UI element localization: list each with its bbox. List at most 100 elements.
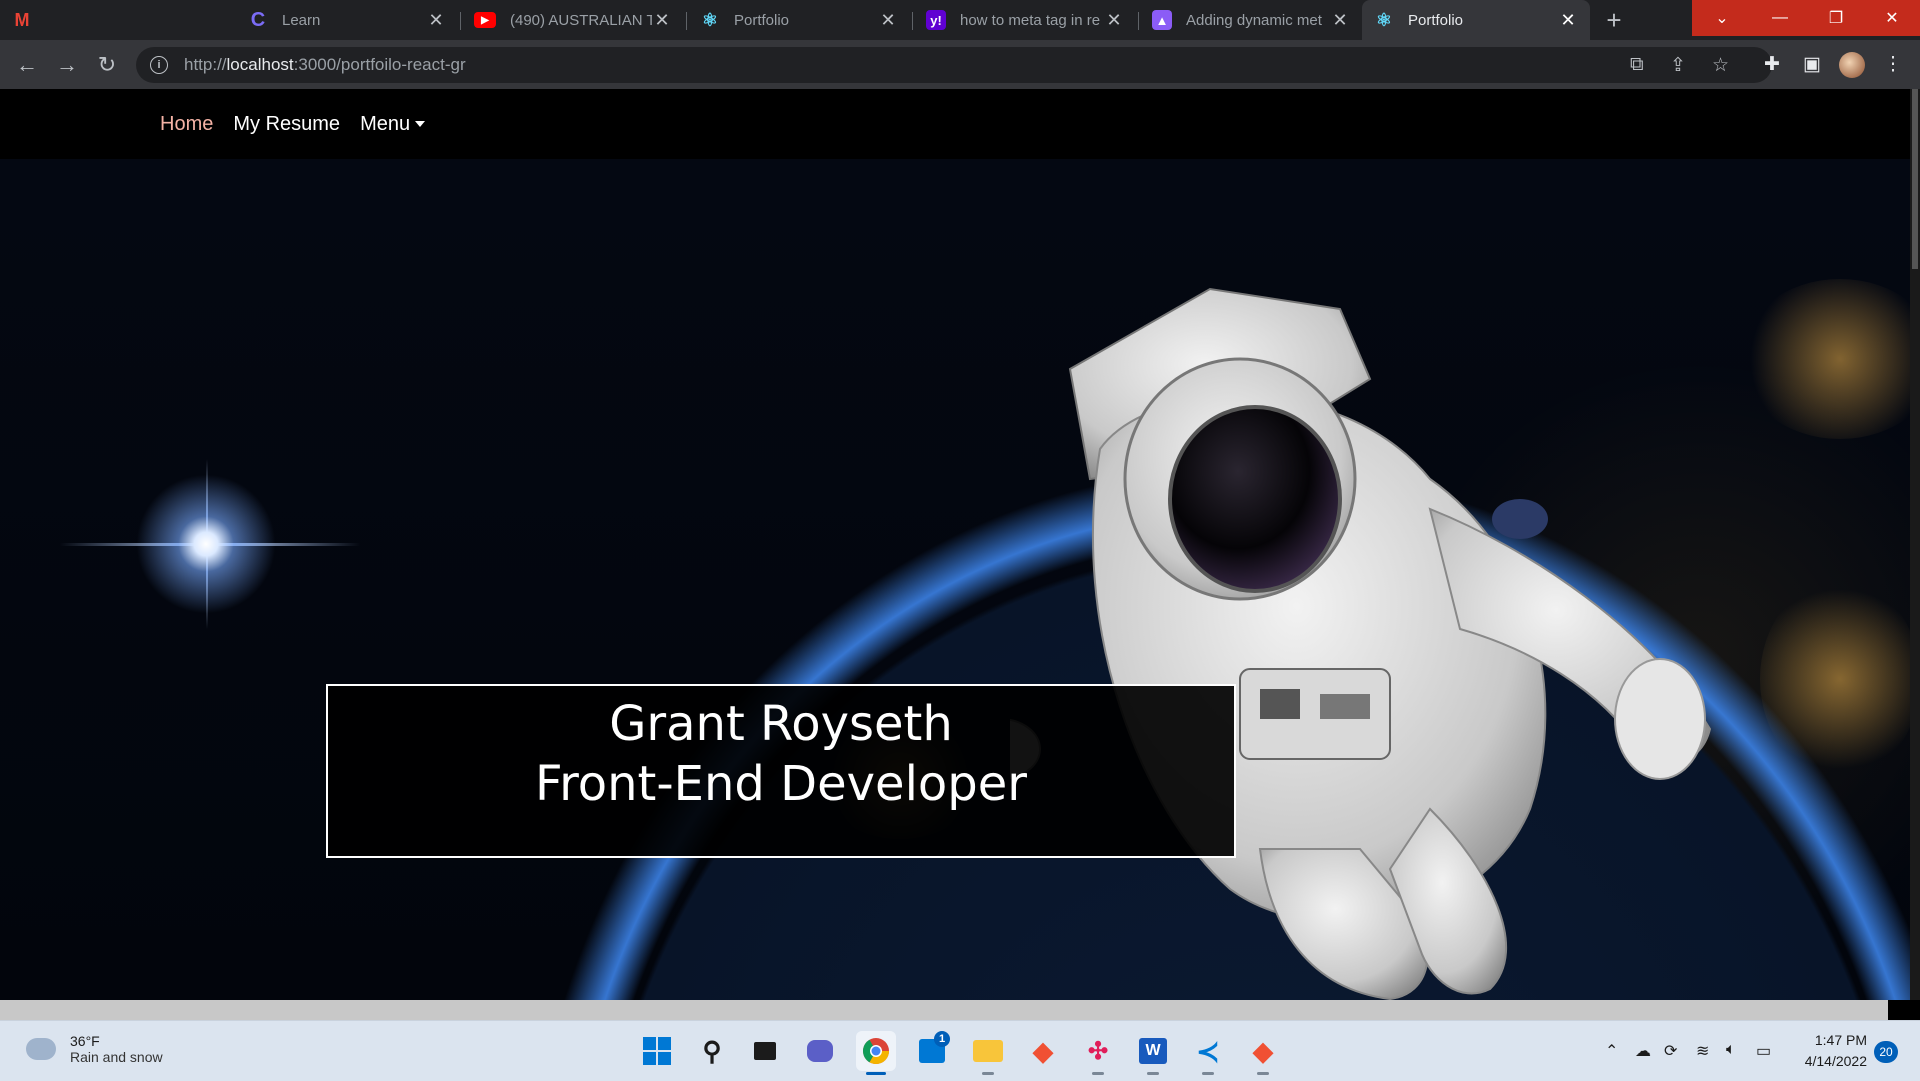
git-app-button-2[interactable]: ◆ [1243, 1031, 1283, 1075]
side-panel-icon[interactable]: ▣ [1799, 52, 1825, 78]
reload-icon: ↻ [97, 52, 117, 77]
site-info-icon[interactable]: i [150, 56, 168, 74]
star-flare [136, 474, 276, 614]
close-icon[interactable]: ✕ [1558, 10, 1578, 31]
tab-separator [460, 12, 461, 30]
rocket-icon: ▲ [1152, 10, 1172, 30]
new-tab-button[interactable]: + [1600, 6, 1628, 34]
browser-toolbar: ← → ↻ i http://localhost:3000/portfoilo-… [0, 40, 1920, 89]
slack-icon: ✣ [1087, 1037, 1109, 1065]
notification-count-badge[interactable]: 20 [1874, 1041, 1898, 1063]
tab-title: Portfolio [1408, 11, 1464, 29]
tab-gmail[interactable]: M [0, 0, 230, 40]
close-icon[interactable]: ✕ [426, 10, 446, 31]
start-button[interactable] [637, 1031, 677, 1071]
tab-strip: M C Learn ✕ ▶ (490) AUSTRALIAN T... ✕ ⚛ … [0, 0, 1920, 40]
city-lights [1760, 579, 1920, 779]
back-button[interactable]: ← [12, 50, 42, 80]
chrome-taskbar-button[interactable] [856, 1031, 896, 1075]
close-window-button[interactable]: ✕ [1864, 0, 1920, 36]
rain-snow-icon [26, 1038, 56, 1060]
restore-button[interactable]: ❐ [1808, 0, 1864, 36]
nav-home-link[interactable]: Home [160, 113, 213, 136]
store-button[interactable]: 1 [912, 1031, 952, 1071]
chrome-icon [862, 1038, 890, 1065]
tab-title: Learn [282, 11, 321, 29]
profile-avatar[interactable] [1839, 52, 1865, 78]
vertical-scrollbar-thumb[interactable] [1912, 89, 1918, 269]
youtube-icon: ▶ [474, 12, 496, 28]
volume-icon[interactable]: 🔈︎ [1726, 1041, 1736, 1059]
tab-portfolio-1[interactable]: ⚛ Portfolio ✕ [688, 0, 910, 40]
close-icon[interactable]: ✕ [652, 10, 672, 31]
city-lights [1740, 279, 1920, 439]
nav-menu-dropdown[interactable]: Menu [360, 113, 426, 136]
wifi-icon[interactable]: ≋ [1696, 1041, 1709, 1061]
tab-title: (490) AUSTRALIAN T... [510, 11, 652, 29]
tab-search-button[interactable]: ⌄ [1692, 0, 1752, 36]
close-icon: ✕ [1885, 10, 1899, 27]
chevron-up-icon: ⌃ [1605, 1043, 1619, 1060]
arrow-left-icon: ← [16, 52, 38, 77]
forward-button[interactable]: → [52, 50, 82, 80]
c-logo-icon: C [250, 8, 266, 31]
tab-title: how to meta tag in re [960, 11, 1101, 29]
tab-youtube[interactable]: ▶ (490) AUSTRALIAN T... ✕ [462, 0, 684, 40]
more-menu-icon[interactable]: ⋮ [1880, 52, 1906, 78]
tab-title: Adding dynamic met [1186, 11, 1322, 29]
nav-resume-link[interactable]: My Resume [233, 113, 340, 136]
address-bar[interactable]: i http://localhost:3000/portfoilo-react-… [136, 47, 1772, 83]
close-icon[interactable]: ✕ [878, 10, 898, 31]
bookmark-star-icon[interactable]: ☆ [1712, 47, 1729, 83]
task-view-button[interactable] [745, 1031, 785, 1071]
tab-yahoo[interactable]: y! how to meta tag in re ✕ [914, 0, 1136, 40]
slack-button[interactable]: ✣ [1078, 1031, 1118, 1075]
close-icon[interactable]: ✕ [1104, 10, 1124, 31]
windows-logo-icon [643, 1037, 671, 1065]
search-button[interactable]: ⚲ [692, 1031, 732, 1071]
tab-adding-dynamic[interactable]: ▲ Adding dynamic met ✕ [1140, 0, 1362, 40]
tab-separator [1138, 12, 1139, 30]
store-badge: 1 [934, 1031, 950, 1047]
taskbar-clock[interactable]: 1:47 PM 4/14/2022 [1795, 1030, 1867, 1072]
clock-time: 1:47 PM [1814, 1032, 1867, 1048]
horizontal-scrollbar[interactable] [0, 1000, 1888, 1020]
share-icon[interactable]: ⇪ [1670, 47, 1686, 83]
weather-widget[interactable]: 36°F Rain and snow [26, 1033, 163, 1065]
clock-date: 4/14/2022 [1804, 1053, 1867, 1069]
arrow-right-icon: → [56, 52, 78, 77]
minimize-icon: — [1772, 9, 1788, 26]
react-icon: ⚛ [1375, 9, 1393, 30]
show-hidden-icons-button[interactable]: ⌃ [1605, 1041, 1618, 1061]
react-icon: ⚛ [701, 9, 719, 30]
yahoo-icon: y! [926, 10, 946, 30]
weather-description: Rain and snow [70, 1049, 163, 1065]
word-button[interactable]: W [1133, 1031, 1173, 1075]
web-page: Home My Resume Menu Grant Royseth Front-… [0, 89, 1920, 1000]
minimize-button[interactable]: — [1752, 0, 1808, 36]
onedrive-icon[interactable]: ☁ [1635, 1041, 1651, 1061]
open-in-app-icon[interactable]: ⧉ [1630, 47, 1644, 83]
file-explorer-button[interactable] [968, 1031, 1008, 1075]
git-diamond-icon: ◆ [1253, 1035, 1273, 1066]
chevron-down-icon: ⌄ [1715, 10, 1729, 27]
battery-icon[interactable]: ▭ [1756, 1041, 1771, 1061]
extensions-puzzle-icon[interactable]: ✚ [1759, 52, 1785, 78]
close-icon[interactable]: ✕ [1330, 10, 1350, 31]
tab-portfolio-active[interactable]: ⚛ Portfolio ✕ [1362, 0, 1590, 40]
tab-title: Portfolio [734, 11, 790, 29]
teams-chat-button[interactable] [800, 1031, 840, 1071]
reload-button[interactable]: ↻ [92, 50, 122, 80]
url-host: localhost [226, 55, 294, 74]
tab-learn[interactable]: C Learn ✕ [236, 0, 458, 40]
sync-icon[interactable]: ⟳ [1664, 1041, 1677, 1061]
chat-icon [807, 1040, 833, 1062]
hero-background: Grant Royseth Front-End Developer [0, 159, 1920, 1000]
astronaut-image [1010, 287, 1712, 1000]
task-view-icon [754, 1042, 776, 1060]
vscode-icon: ≺ [1196, 1035, 1220, 1067]
git-app-button[interactable]: ◆ [1023, 1031, 1063, 1071]
hero-name: Grant Royseth [609, 696, 953, 752]
tab-separator [686, 12, 687, 30]
vscode-button[interactable]: ≺ [1188, 1031, 1228, 1075]
